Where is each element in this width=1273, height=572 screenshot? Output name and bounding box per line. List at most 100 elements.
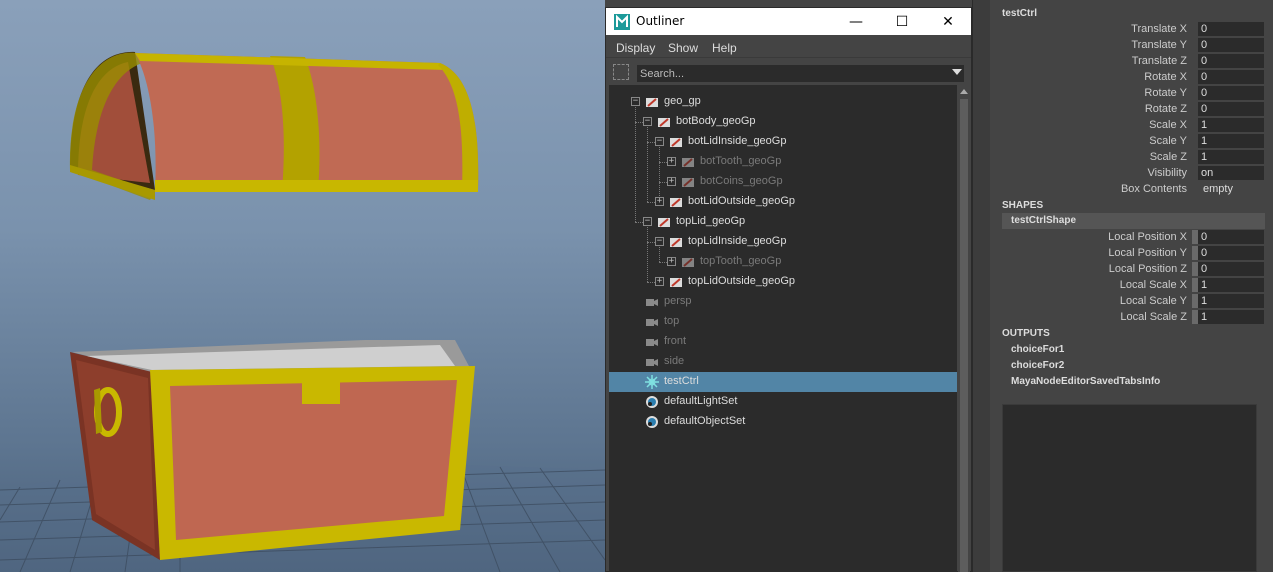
tree-item-bottooth-geogp[interactable]: + botTooth_geoGp	[609, 152, 957, 172]
tree-item-testctrl[interactable]: testCtrl	[609, 372, 957, 392]
group-icon	[670, 278, 682, 287]
tree-item-botlidoutside-geogp[interactable]: + botLidOutside_geoGp	[609, 192, 957, 212]
attr-translate-z[interactable]: Translate Z0	[990, 53, 1273, 69]
tree-item-botcoins-geogp[interactable]: + botCoins_geoGp	[609, 172, 957, 192]
outliner-tree[interactable]: − geo_gp − botBody_geoGp − botLidInside_…	[609, 85, 957, 572]
search-dropdown-icon[interactable]	[952, 69, 962, 75]
node-name: testCtrl	[1002, 8, 1038, 19]
attr-value-field[interactable]: 0	[1192, 262, 1264, 276]
group-icon	[670, 138, 682, 147]
expand-toggle[interactable]: +	[655, 197, 664, 206]
attr-value-field[interactable]: 0	[1192, 230, 1264, 244]
notes-area[interactable]	[1002, 404, 1257, 572]
group-icon	[670, 198, 682, 207]
attr-value-field[interactable]: 1	[1198, 150, 1264, 164]
menu-display[interactable]: Display	[616, 41, 655, 55]
shapes-header: SHAPES	[1002, 200, 1044, 211]
tree-item-front[interactable]: front	[609, 332, 957, 352]
attr-rotate-x[interactable]: Rotate X0	[990, 69, 1273, 85]
collapse-toggle[interactable]: −	[655, 237, 664, 246]
expand-toggle[interactable]: +	[655, 277, 664, 286]
attr-local-scale-y[interactable]: Local Scale Y1	[990, 293, 1273, 309]
maximize-button[interactable]: ☐	[879, 8, 925, 35]
attr-value-field[interactable]: 0	[1198, 38, 1264, 52]
vertical-scrollbar[interactable]	[958, 85, 970, 572]
tree-item-side[interactable]: side	[609, 352, 957, 372]
collapse-toggle[interactable]: −	[643, 117, 652, 126]
attr-box-contents[interactable]: Box Contents empty	[990, 181, 1273, 197]
camera-icon	[646, 359, 658, 366]
attr-value-field[interactable]: 1	[1192, 278, 1264, 292]
window-title: Outliner	[636, 14, 685, 28]
viewport-3d[interactable]	[0, 0, 605, 572]
attr-value-field[interactable]: 1	[1198, 134, 1264, 148]
attr-value-field[interactable]: 0	[1192, 246, 1264, 260]
outliner-window: Outliner — ☐ ✕ Display Show Help −	[605, 7, 972, 572]
camera-icon	[646, 299, 658, 306]
attr-value-field[interactable]: on	[1198, 166, 1264, 180]
treasure-chest-scene	[0, 51, 605, 572]
tree-item-defaultobjectset[interactable]: defaultObjectSet	[609, 412, 957, 432]
attr-value-field[interactable]: 0	[1198, 54, 1264, 68]
attr-translate-x[interactable]: Translate X0	[990, 21, 1273, 37]
attr-value-field[interactable]: 1	[1198, 118, 1264, 132]
attr-value-field[interactable]: 1	[1192, 310, 1264, 324]
attr-local-scale-x[interactable]: Local Scale X1	[990, 277, 1273, 293]
tree-item-toplidinside-geogp[interactable]: − topLidInside_geoGp	[609, 232, 957, 252]
tree-item-toplidoutside-geogp[interactable]: + topLidOutside_geoGp	[609, 272, 957, 292]
collapse-toggle[interactable]: −	[631, 97, 640, 106]
tree-item-persp[interactable]: persp	[609, 292, 957, 312]
filter-icon[interactable]	[613, 64, 629, 80]
tree-item-botlidinside-geogp[interactable]: − botLidInside_geoGp	[609, 132, 957, 152]
attr-value-field[interactable]: 0	[1198, 70, 1264, 84]
attr-local-position-y[interactable]: Local Position Y0	[990, 245, 1273, 261]
chest-body	[70, 340, 475, 560]
attr-value-field[interactable]: 0	[1198, 86, 1264, 100]
panel-divider[interactable]	[972, 0, 990, 572]
menu-help[interactable]: Help	[712, 41, 737, 55]
close-button[interactable]: ✕	[925, 8, 971, 35]
output-item[interactable]: choiceFor2	[1011, 360, 1064, 371]
attr-value-field[interactable]: 0	[1198, 102, 1264, 116]
attr-visibility[interactable]: Visibility on	[990, 165, 1273, 181]
attr-local-scale-z[interactable]: Local Scale Z1	[990, 309, 1273, 325]
expand-toggle[interactable]: +	[667, 257, 676, 266]
maya-app-icon	[614, 14, 630, 30]
scroll-up-icon[interactable]	[960, 89, 968, 94]
attr-value-field[interactable]: 1	[1192, 294, 1264, 308]
attr-value-field[interactable]: 0	[1198, 22, 1264, 36]
tree-item-top[interactable]: top	[609, 312, 957, 332]
attr-local-position-z[interactable]: Local Position Z0	[990, 261, 1273, 277]
attr-rotate-y[interactable]: Rotate Y0	[990, 85, 1273, 101]
output-item[interactable]: MayaNodeEditorSavedTabsInfo	[1011, 376, 1160, 387]
minimize-button[interactable]: —	[833, 8, 879, 35]
search-row	[606, 62, 971, 82]
tree-item-botbody-geogp[interactable]: − botBody_geoGp	[609, 112, 957, 132]
attr-value-field[interactable]: empty	[1200, 182, 1266, 196]
collapse-toggle[interactable]: −	[643, 217, 652, 226]
channel-box-panel: testCtrl Translate X0 Translate Y0 Trans…	[990, 0, 1273, 572]
tree-item-geo-gp[interactable]: − geo_gp	[609, 92, 957, 112]
shape-node-header[interactable]: testCtrlShape	[1002, 213, 1265, 229]
attr-scale-y[interactable]: Scale Y1	[990, 133, 1273, 149]
tree-item-defaultlightset[interactable]: defaultLightSet	[609, 392, 957, 412]
tree-item-toplid-geogp[interactable]: − topLid_geoGp	[609, 212, 957, 232]
group-icon	[658, 218, 670, 227]
attr-rotate-z[interactable]: Rotate Z0	[990, 101, 1273, 117]
title-bar[interactable]: Outliner — ☐ ✕	[606, 8, 971, 35]
collapse-toggle[interactable]: −	[655, 137, 664, 146]
attr-local-position-x[interactable]: Local Position X0	[990, 229, 1273, 245]
set-icon	[646, 416, 658, 428]
expand-toggle[interactable]: +	[667, 157, 676, 166]
group-icon	[682, 258, 694, 267]
output-item[interactable]: choiceFor1	[1011, 344, 1064, 355]
scroll-thumb[interactable]	[960, 99, 968, 572]
search-input[interactable]	[637, 65, 964, 82]
attr-scale-z[interactable]: Scale Z1	[990, 149, 1273, 165]
tree-item-toptooth-geogp[interactable]: + topTooth_geoGp	[609, 252, 957, 272]
expand-toggle[interactable]: +	[667, 177, 676, 186]
attr-scale-x[interactable]: Scale X1	[990, 117, 1273, 133]
outputs-header: OUTPUTS	[1002, 328, 1050, 339]
attr-translate-y[interactable]: Translate Y0	[990, 37, 1273, 53]
menu-show[interactable]: Show	[668, 41, 698, 55]
